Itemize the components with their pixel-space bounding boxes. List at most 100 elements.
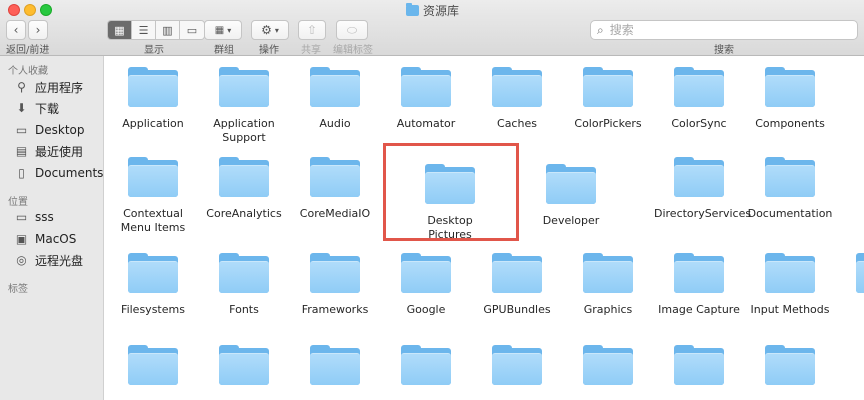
folder-item[interactable] bbox=[654, 345, 744, 385]
folder-item[interactable]: Graphics bbox=[563, 253, 653, 317]
gallery-view-button[interactable]: ▭ bbox=[180, 21, 204, 39]
back-button[interactable]: ‹ bbox=[6, 20, 26, 40]
tag-icon: ⬭ bbox=[346, 22, 358, 37]
folder-icon bbox=[492, 345, 542, 385]
folder-item[interactable]: CoreMediaIO bbox=[290, 157, 380, 221]
folder-item[interactable]: Audio bbox=[290, 67, 380, 131]
folder-item[interactable]: Input Methods bbox=[745, 253, 835, 317]
chevron-down-icon: ▾ bbox=[274, 25, 279, 35]
folder-item[interactable]: Documentation bbox=[745, 157, 835, 221]
folder-icon bbox=[128, 67, 178, 107]
nav-label: 返回/前进 bbox=[6, 45, 50, 56]
folder-icon bbox=[310, 67, 360, 107]
folder-item[interactable] bbox=[108, 345, 198, 385]
folder-item[interactable]: CoreAnalytics bbox=[199, 157, 289, 221]
folder-icon bbox=[401, 67, 451, 107]
folder-item[interactable] bbox=[472, 345, 562, 385]
folder-icon bbox=[674, 345, 724, 385]
sidebar-item-applications[interactable]: ⚲ 应用程序 bbox=[14, 78, 83, 96]
icon-view-button[interactable]: ▦ bbox=[108, 21, 132, 39]
folder-item[interactable]: Image Capture bbox=[654, 253, 744, 317]
folder-item[interactable]: Int bbox=[836, 253, 864, 317]
folder-icon bbox=[128, 345, 178, 385]
folder-item[interactable]: GPUBundles bbox=[472, 253, 562, 317]
folder-icon bbox=[674, 67, 724, 107]
folder-item[interactable]: DirectoryServices bbox=[654, 157, 752, 221]
zoom-button[interactable] bbox=[40, 4, 52, 16]
close-button[interactable] bbox=[8, 4, 20, 16]
folder-label: ColorPickers bbox=[574, 117, 642, 130]
forward-button[interactable]: › bbox=[28, 20, 48, 40]
gallery-icon: ▭ bbox=[186, 23, 198, 37]
chevron-left-icon: ‹ bbox=[13, 23, 19, 37]
folder-label: Components bbox=[755, 117, 825, 130]
sidebar: 个人收藏 ⚲ 应用程序 ⬇ 下载 ▭ Desktop ▤ 最近使用 ▯ Docu… bbox=[0, 56, 104, 400]
folder-item[interactable]: Contextual Menu Items bbox=[108, 157, 198, 235]
folder-item[interactable] bbox=[381, 345, 471, 385]
sidebar-item-downloads[interactable]: ⬇ 下载 bbox=[14, 99, 59, 117]
sidebar-item-sss[interactable]: ▭ sss bbox=[14, 208, 54, 226]
folder-item[interactable]: Frameworks bbox=[290, 253, 380, 317]
folder-label: CoreMediaIO bbox=[299, 207, 371, 220]
sidebar-item-desktop[interactable]: ▭ Desktop bbox=[14, 121, 85, 139]
folder-icon bbox=[310, 253, 360, 293]
search-icon: ⌕ bbox=[597, 22, 604, 37]
folder-item[interactable]: ColorSync bbox=[654, 67, 744, 131]
folder-item[interactable]: Developer bbox=[526, 164, 616, 228]
sidebar-item-label: MacOS bbox=[35, 232, 77, 246]
folder-label: Input Methods bbox=[750, 303, 830, 316]
folder-label: Frameworks bbox=[301, 303, 369, 316]
folder-item[interactable] bbox=[290, 345, 380, 385]
folder-icon bbox=[310, 157, 360, 197]
folder-item[interactable]: Google bbox=[381, 253, 471, 317]
folder-item[interactable]: ColorPickers bbox=[563, 67, 653, 131]
folder-icon bbox=[765, 253, 815, 293]
sidebar-item-macos[interactable]: ▣ MacOS bbox=[14, 230, 77, 248]
folder-label: Developer bbox=[542, 214, 600, 227]
sidebar-item-remote-disc[interactable]: ◎ 远程光盘 bbox=[14, 251, 83, 269]
folder-icon bbox=[492, 67, 542, 107]
chevron-right-icon: › bbox=[35, 23, 41, 37]
folder-icon bbox=[219, 157, 269, 197]
disk-icon: ▣ bbox=[15, 232, 28, 246]
share-button[interactable]: ⇧ bbox=[298, 20, 326, 40]
folder-item[interactable] bbox=[199, 345, 289, 385]
folder-label: Graphics bbox=[583, 303, 633, 316]
folder-item[interactable] bbox=[563, 345, 653, 385]
share-label: 共享 bbox=[301, 45, 321, 56]
view-mode-control[interactable]: ▦ ☰ ▥ ▭ bbox=[107, 20, 205, 40]
group-button[interactable]: ▦ ▾ bbox=[204, 20, 242, 40]
sidebar-item-documents[interactable]: ▯ Documents bbox=[14, 164, 103, 182]
group-label: 群组 bbox=[214, 45, 234, 56]
column-view-button[interactable]: ▥ bbox=[156, 21, 180, 39]
folder-icon bbox=[219, 253, 269, 293]
selection-highlight bbox=[383, 143, 519, 241]
group-grid-icon: ▦ bbox=[214, 24, 225, 36]
folder-label: Caches bbox=[497, 117, 537, 130]
columns-icon: ▥ bbox=[162, 23, 173, 37]
list-view-button[interactable]: ☰ bbox=[132, 21, 156, 39]
sidebar-item-recents[interactable]: ▤ 最近使用 bbox=[14, 142, 83, 160]
search-input[interactable] bbox=[609, 23, 840, 37]
tags-button[interactable]: ⬭ bbox=[336, 20, 368, 40]
folder-label: DirectoryServices bbox=[654, 207, 752, 220]
minimize-button[interactable] bbox=[24, 4, 36, 16]
folder-item[interactable]: Components bbox=[745, 67, 835, 131]
folder-icon bbox=[219, 67, 269, 107]
folder-item[interactable]: Caches bbox=[472, 67, 562, 131]
folder-item[interactable]: Filesystems bbox=[108, 253, 198, 317]
folder-item[interactable]: Fonts bbox=[199, 253, 289, 317]
favorites-heading: 个人收藏 bbox=[8, 66, 48, 77]
folder-item[interactable] bbox=[745, 345, 835, 385]
folder-item[interactable]: Application Support bbox=[199, 67, 289, 145]
folder-item[interactable]: Automator bbox=[381, 67, 471, 131]
folder-label: Application Support bbox=[213, 117, 275, 144]
action-button[interactable]: ⚙ ▾ bbox=[251, 20, 289, 40]
apps-icon: ⚲ bbox=[17, 80, 26, 94]
desktop-icon: ▭ bbox=[15, 123, 28, 137]
folder-icon bbox=[401, 253, 451, 293]
search-field[interactable]: ⌕ bbox=[590, 20, 858, 40]
gear-icon: ⚙ bbox=[261, 23, 272, 37]
sidebar-item-label: Desktop bbox=[35, 123, 85, 137]
folder-item[interactable]: Application bbox=[108, 67, 198, 131]
